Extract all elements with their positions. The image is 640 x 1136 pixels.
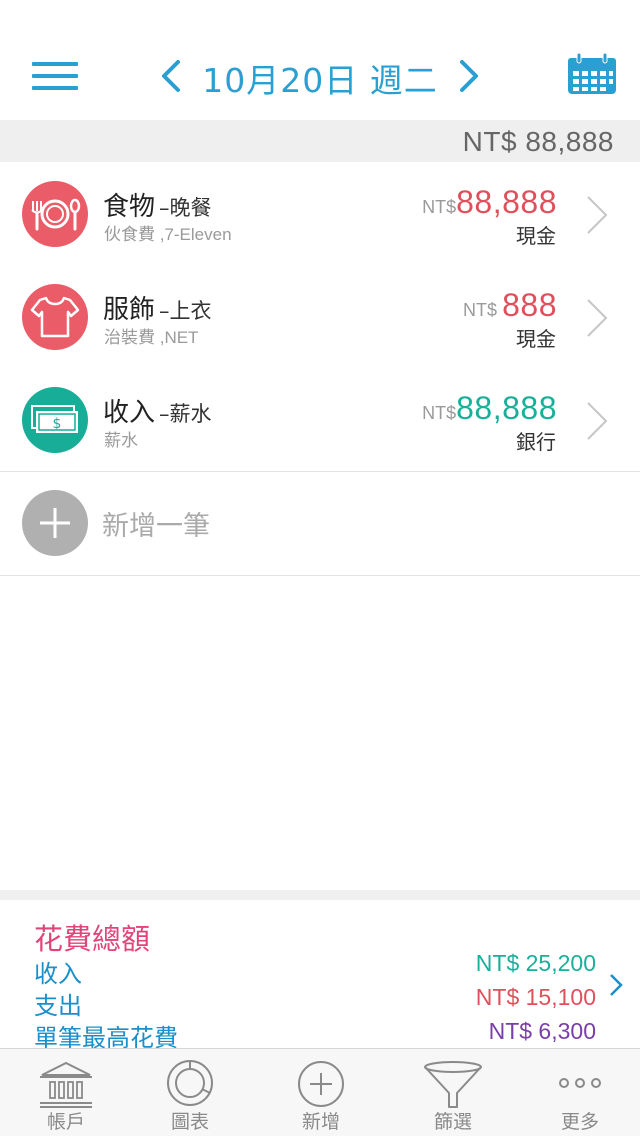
record-description: 薪水 [104,431,138,450]
record-currency: NT$ [422,403,457,423]
add-record-button[interactable]: 新增一筆 [0,472,640,576]
summary-income-label: 收入 [34,960,82,988]
tab-bar: 帳戶 圖表 新增 篩選 更多 [0,1048,640,1136]
spending-summary[interactable]: 花費總額 收入 NT$ 25,200 支出 NT$ 15,100 單筆最高花費 … [0,890,640,1052]
record-account: 現金 [516,224,556,248]
summary-expense-label: 支出 [34,992,82,1020]
record-account: 現金 [516,327,556,351]
bank-icon [40,1061,92,1108]
plus-icon [22,490,88,556]
chevron-right-icon[interactable] [456,58,482,94]
record-category: 食物 –晚餐 [103,192,212,222]
record-subcategory: –上衣 [159,299,212,323]
calendar-icon[interactable] [566,52,618,96]
record-row-food[interactable]: 食物 –晚餐 伙食費 ,7-Eleven NT$88,888 現金 [0,162,640,266]
record-row-clothing[interactable]: 服飾 –上衣 治裝費 ,NET NT$ 888 現金 [0,265,640,369]
tab-filter[interactable]: 篩選 [389,1049,517,1136]
svg-text:$: $ [53,416,62,432]
tab-accounts[interactable]: 帳戶 [2,1049,130,1136]
chevron-right-icon [587,402,608,440]
record-amount: NT$ 888 [463,287,557,324]
record-row-income[interactable]: $ 收入 –薪水 薪水 NT$88,888 銀行 [0,368,640,472]
record-amount-value: 88,888 [456,184,557,220]
add-circle-icon [298,1061,344,1107]
tab-label: 篩選 [433,1111,472,1133]
daily-total-amount: NT$ 88,888 [462,126,614,157]
summary-title: 花費總額 [34,922,151,956]
tshirt-icon [22,284,88,350]
date-title[interactable]: 10月20日 週二 [196,54,444,102]
tab-charts[interactable]: 圖表 [126,1049,254,1136]
tab-label: 圖表 [170,1111,209,1133]
daily-total-bar: NT$ 88,888 [0,120,640,164]
record-amount: NT$88,888 [422,390,557,427]
hamburger-menu-icon[interactable] [32,62,78,90]
record-category: 收入 –薪水 [103,398,212,428]
tab-label: 新增 [301,1111,340,1133]
chevron-left-icon[interactable] [158,58,184,94]
more-dots-icon [559,1078,601,1088]
filter-funnel-icon [424,1061,482,1108]
summary-income-value: NT$ 25,200 [475,950,596,976]
record-description: 伙食費 ,7-Eleven [104,225,232,244]
record-description: 治裝費 ,NET [104,328,199,347]
header: 10月20日 週二 [0,0,640,120]
record-currency: NT$ [422,197,457,217]
tab-label: 更多 [560,1111,599,1133]
record-currency: NT$ [463,300,498,320]
chevron-right-icon [610,974,623,996]
add-record-label: 新增一筆 [102,511,210,542]
chevron-right-icon [587,196,608,234]
record-category: 服飾 –上衣 [103,295,212,325]
record-subcategory: –薪水 [159,402,212,426]
tab-more[interactable]: 更多 [516,1049,640,1136]
chevron-right-icon [587,299,608,337]
tab-add[interactable]: 新增 [257,1049,385,1136]
tab-label: 帳戶 [46,1111,85,1133]
summary-expense-value: NT$ 15,100 [475,984,596,1010]
cash-icon: $ [22,387,88,453]
record-amount: NT$88,888 [422,184,557,221]
record-amount-value: 88,888 [456,390,557,426]
pie-chart-icon [167,1060,213,1106]
record-account: 銀行 [516,430,556,454]
record-subcategory: –晚餐 [159,196,212,220]
summary-max-value: NT$ 6,300 [488,1018,596,1044]
fork-plate-spoon-icon [22,181,88,247]
record-amount-value: 888 [502,287,557,323]
